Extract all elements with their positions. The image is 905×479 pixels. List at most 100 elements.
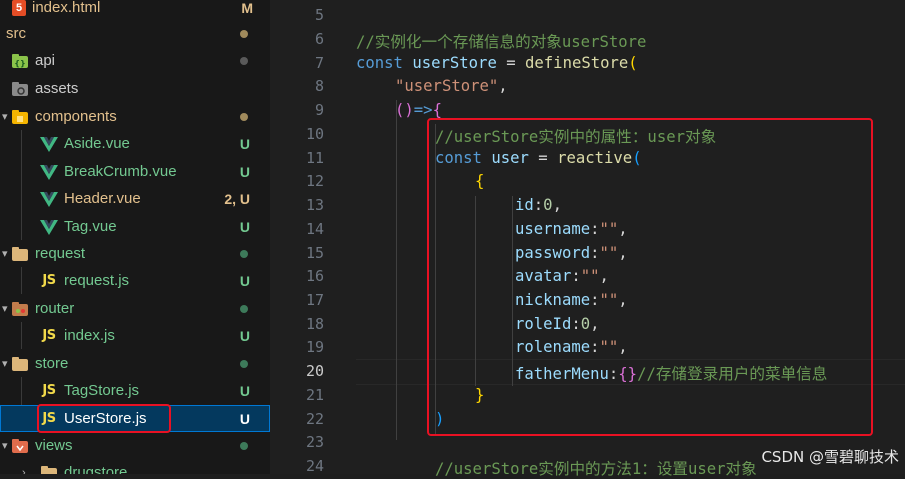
git-status-badge: U bbox=[239, 135, 250, 152]
tree-item-label: router bbox=[35, 300, 75, 317]
vue-icon bbox=[40, 190, 58, 208]
code-line: const userStore = defineStore( bbox=[356, 54, 638, 72]
folder-icon bbox=[40, 464, 58, 474]
tree-item-label: views bbox=[35, 437, 73, 454]
tree-item-label: index.html bbox=[32, 0, 101, 16]
line-number-active: 20 bbox=[305, 362, 324, 380]
tree-item-src[interactable]: src bbox=[0, 20, 270, 47]
untracked-dot-icon bbox=[240, 441, 248, 450]
tree-item-label: Header.vue bbox=[64, 190, 141, 207]
watermark: CSDN @雪碧聊技术 bbox=[761, 448, 899, 466]
git-status-badge: U bbox=[239, 410, 250, 427]
chevron-down-icon: ▾ bbox=[2, 358, 8, 370]
identifier: userStore bbox=[412, 54, 497, 72]
line-number: 8 bbox=[314, 77, 324, 95]
bracket: { bbox=[432, 101, 442, 119]
router-folder-icon bbox=[11, 300, 29, 318]
api-folder-icon: {} bbox=[11, 52, 29, 70]
tree-item-label: store bbox=[35, 355, 69, 372]
tree-item-request-js[interactable]: JS request.js U bbox=[0, 267, 270, 294]
line-number: 6 bbox=[314, 30, 324, 48]
tree-item-label: request.js bbox=[64, 272, 130, 289]
operator: = bbox=[496, 54, 526, 72]
js-icon: JS bbox=[42, 273, 56, 288]
tree-item-drugstore[interactable]: › drugstore bbox=[0, 459, 270, 474]
vue-icon bbox=[40, 135, 58, 153]
explorer-sidebar: 5 index.html M src {} api assets ▾ compo… bbox=[0, 0, 270, 474]
svg-text:{}: {} bbox=[14, 59, 25, 68]
vue-icon bbox=[40, 218, 58, 236]
line-number: 21 bbox=[305, 386, 324, 404]
line-number: 22 bbox=[305, 410, 324, 428]
tree-item-aside-vue[interactable]: Aside.vue U bbox=[0, 130, 270, 157]
line-number: 23 bbox=[305, 433, 324, 451]
code-line: //实例化一个存储信息的对象userStore bbox=[356, 30, 646, 52]
arrow: => bbox=[413, 101, 433, 119]
tree-item-views[interactable]: ▾ views bbox=[0, 432, 270, 459]
git-status-badge: U bbox=[239, 218, 250, 235]
comment: //userStore实例中的方法1：设置user对象 bbox=[435, 460, 757, 478]
vue-icon bbox=[40, 163, 58, 181]
punctuation: , bbox=[498, 77, 508, 95]
tree-item-tag-vue[interactable]: Tag.vue U bbox=[0, 213, 270, 240]
git-status-badge: M bbox=[241, 0, 253, 16]
tree-item-index-js[interactable]: JS index.js U bbox=[0, 322, 270, 349]
tree-item-assets[interactable]: assets bbox=[0, 75, 270, 102]
chevron-right-icon: › bbox=[22, 466, 26, 475]
line-number: 11 bbox=[305, 149, 324, 167]
function-name: defineStore bbox=[525, 54, 629, 72]
code-line: //userStore实例中的方法1：设置user对象 bbox=[435, 457, 757, 479]
folder-icon bbox=[11, 245, 29, 263]
assets-folder-icon bbox=[11, 80, 29, 98]
tree-item-components[interactable]: ▾ components bbox=[0, 103, 270, 130]
chevron-down-icon: ▾ bbox=[2, 440, 8, 452]
modified-dot-icon bbox=[240, 112, 248, 121]
tree-item-breakcrumb-vue[interactable]: BreakCrumb.vue U bbox=[0, 158, 270, 185]
git-status-badge: 2, U bbox=[224, 190, 250, 207]
tree-item-request[interactable]: ▾ request bbox=[0, 240, 270, 267]
chevron-down-icon: ▾ bbox=[2, 248, 8, 260]
tree-item-label: src bbox=[6, 25, 26, 42]
highlight-box bbox=[427, 118, 873, 436]
line-number: 14 bbox=[305, 220, 324, 238]
comment: //实例化一个存储信息的对象userStore bbox=[356, 33, 647, 51]
js-icon: JS bbox=[42, 328, 56, 343]
line-number: 19 bbox=[305, 338, 324, 356]
line-number: 9 bbox=[314, 101, 324, 119]
chevron-down-icon: ▾ bbox=[2, 111, 8, 123]
line-number: 10 bbox=[305, 125, 324, 143]
bracket: ( bbox=[628, 54, 638, 72]
tree-item-api[interactable]: {} api bbox=[0, 47, 270, 74]
tree-item-label: assets bbox=[35, 80, 79, 97]
git-status-badge: U bbox=[239, 382, 250, 399]
status-dot-icon bbox=[240, 56, 248, 65]
indent-guide bbox=[396, 100, 397, 440]
tree-item-label: BreakCrumb.vue bbox=[64, 163, 177, 180]
tree-item-header-vue[interactable]: Header.vue 2, U bbox=[0, 185, 270, 212]
tree-item-store[interactable]: ▾ store bbox=[0, 350, 270, 377]
string: "userStore" bbox=[395, 77, 499, 95]
bracket: () bbox=[395, 101, 414, 119]
tree-item-label: TagStore.js bbox=[64, 382, 140, 399]
tree-item-tagstore-js[interactable]: JS TagStore.js U bbox=[0, 377, 270, 404]
untracked-dot-icon bbox=[240, 359, 248, 368]
tree-item-index-html[interactable]: 5 index.html M bbox=[0, 0, 270, 21]
highlight-box bbox=[37, 404, 171, 433]
line-number: 13 bbox=[305, 196, 324, 214]
tree-item-label: api bbox=[35, 52, 56, 69]
git-status-badge: U bbox=[239, 163, 250, 180]
code-line: "userStore", bbox=[395, 77, 508, 95]
code-editor[interactable]: 5 6 7 8 9 10 11 12 13 14 15 16 17 18 19 … bbox=[270, 0, 905, 478]
tree-item-router[interactable]: ▾ router bbox=[0, 295, 270, 322]
line-number: 24 bbox=[305, 457, 324, 475]
line-number: 12 bbox=[305, 172, 324, 190]
html5-icon: 5 bbox=[12, 0, 26, 16]
tree-item-label: components bbox=[35, 108, 117, 125]
untracked-dot-icon bbox=[240, 304, 248, 313]
code-line: ()=>{ bbox=[395, 101, 442, 119]
git-status-badge: U bbox=[239, 272, 250, 289]
line-number: 16 bbox=[305, 267, 324, 285]
line-number: 17 bbox=[305, 291, 324, 309]
modified-dot-icon bbox=[240, 29, 248, 38]
keyword: const bbox=[356, 54, 403, 72]
